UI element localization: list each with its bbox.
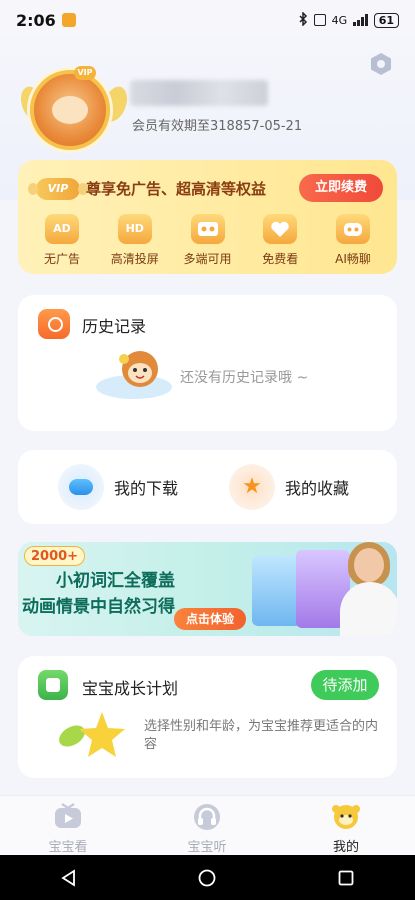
ai-chat-icon bbox=[336, 214, 370, 244]
history-clock-icon bbox=[38, 309, 70, 339]
downloads-label: 我的下载 bbox=[114, 479, 179, 498]
no-ads-icon: AD bbox=[45, 214, 79, 244]
growth-plan-card[interactable]: 宝宝成长计划 待添加 选择性别和年龄，为宝宝推荐更适合的内容 bbox=[18, 656, 397, 778]
system-navigation-bar bbox=[0, 855, 415, 900]
banner-headline: 小初词汇全覆盖 bbox=[56, 571, 175, 591]
growth-plan-title: 宝宝成长计划 bbox=[82, 679, 179, 698]
multi-device-icon bbox=[190, 214, 225, 244]
vip-feature-label: AI畅聊 bbox=[335, 252, 371, 266]
vip-feature-free-watch[interactable]: 免费看 bbox=[244, 214, 316, 267]
membership-expiry: 会员有效期至318857-05-21 bbox=[132, 119, 303, 134]
vip-feature-hd-cast[interactable]: HD 高清投屏 bbox=[99, 214, 171, 267]
status-indicators: 4G 61 bbox=[298, 10, 399, 29]
favorites-label: 我的收藏 bbox=[285, 479, 350, 498]
my-favorites-button[interactable]: 我的收藏 bbox=[229, 464, 349, 510]
growth-plan-icon bbox=[38, 670, 68, 700]
avatar-monkey-face bbox=[52, 96, 88, 124]
vip-title: 尊享免广告、超高清等权益 bbox=[86, 180, 267, 198]
banner-subheadline: 动画情景中自然习得 bbox=[22, 597, 175, 617]
vibrate-icon bbox=[313, 14, 326, 26]
star-sprout-icon bbox=[52, 706, 128, 766]
vip-feature-label: 免费看 bbox=[262, 252, 299, 266]
free-watch-icon bbox=[263, 214, 298, 244]
app-notification-icon bbox=[61, 13, 76, 27]
bluetooth-icon bbox=[298, 10, 308, 29]
cartoon-book-image bbox=[252, 556, 302, 626]
home-icon[interactable] bbox=[192, 863, 222, 893]
vip-feature-ai-chat[interactable]: AI畅聊 bbox=[317, 214, 389, 267]
battery-indicator: 61 bbox=[373, 12, 399, 28]
status-time: 2:06 bbox=[16, 10, 56, 30]
avatar-vip-badge: VIP bbox=[74, 66, 96, 80]
tab-label: 宝宝听 bbox=[187, 840, 227, 855]
headphones-icon bbox=[192, 802, 222, 830]
history-card[interactable]: 历史记录 还没有历史记录哦 ~ bbox=[18, 295, 397, 431]
network-type: 4G bbox=[331, 13, 348, 27]
recents-icon[interactable] bbox=[331, 863, 361, 893]
monkey-mascot-icon bbox=[94, 345, 174, 405]
tab-mine[interactable]: 我的 bbox=[301, 802, 391, 855]
hd-cast-icon: HD bbox=[117, 214, 152, 244]
vip-feature-label: 无广告 bbox=[43, 252, 80, 266]
tv-icon bbox=[53, 802, 83, 830]
tab-label: 宝宝看 bbox=[48, 840, 88, 855]
tab-baby-listen[interactable]: 宝宝听 bbox=[162, 802, 252, 855]
vip-feature-label: 多端可用 bbox=[183, 252, 232, 266]
vip-card[interactable]: VIP 尊享免广告、超高清等权益 立即续费 AD 无广告 HD 高清投屏 多端可… bbox=[18, 160, 397, 274]
promo-banner[interactable]: 2000+ 小初词汇全覆盖 动画情景中自然习得 点击体验 bbox=[18, 542, 397, 636]
settings-hexagon-icon[interactable] bbox=[369, 52, 393, 76]
vip-feature-multi-device[interactable]: 多端可用 bbox=[172, 214, 244, 267]
my-downloads-button[interactable]: 我的下载 bbox=[58, 464, 178, 510]
history-title: 历史记录 bbox=[82, 317, 147, 336]
vip-feature-label: 高清投屏 bbox=[110, 252, 159, 266]
tab-label: 我的 bbox=[332, 840, 359, 855]
vip-features: AD 无广告 HD 高清投屏 多端可用 免费看 AI畅聊 bbox=[26, 214, 389, 267]
presenter-face bbox=[354, 548, 384, 582]
banner-cta-button[interactable]: 点击体验 bbox=[174, 608, 246, 630]
history-empty-text: 还没有历史记录哦 ~ bbox=[180, 370, 309, 386]
growth-plan-description: 选择性别和年龄，为宝宝推荐更适合的内容 bbox=[144, 719, 379, 752]
tab-baby-watch[interactable]: 宝宝看 bbox=[23, 802, 113, 855]
shortcuts-card: 我的下载 我的收藏 bbox=[18, 450, 397, 524]
vip-badge: VIP bbox=[28, 178, 88, 200]
presenter-image bbox=[340, 582, 397, 636]
back-icon[interactable] bbox=[54, 863, 84, 893]
status-bar: 2:06 4G 61 bbox=[0, 0, 415, 40]
banner-count-pill: 2000+ bbox=[24, 546, 86, 566]
renew-button[interactable]: 立即续费 bbox=[299, 174, 383, 202]
signal-icon bbox=[353, 14, 368, 26]
username-blurred bbox=[130, 80, 268, 106]
vip-feature-no-ads[interactable]: AD 无广告 bbox=[26, 214, 98, 267]
mascot-profile-icon bbox=[331, 802, 361, 830]
cloud-download-icon bbox=[58, 464, 104, 510]
star-favorite-icon bbox=[229, 464, 275, 510]
bottom-tab-bar: 宝宝看 宝宝听 我的 bbox=[0, 795, 415, 855]
add-plan-button[interactable]: 待添加 bbox=[311, 670, 379, 700]
